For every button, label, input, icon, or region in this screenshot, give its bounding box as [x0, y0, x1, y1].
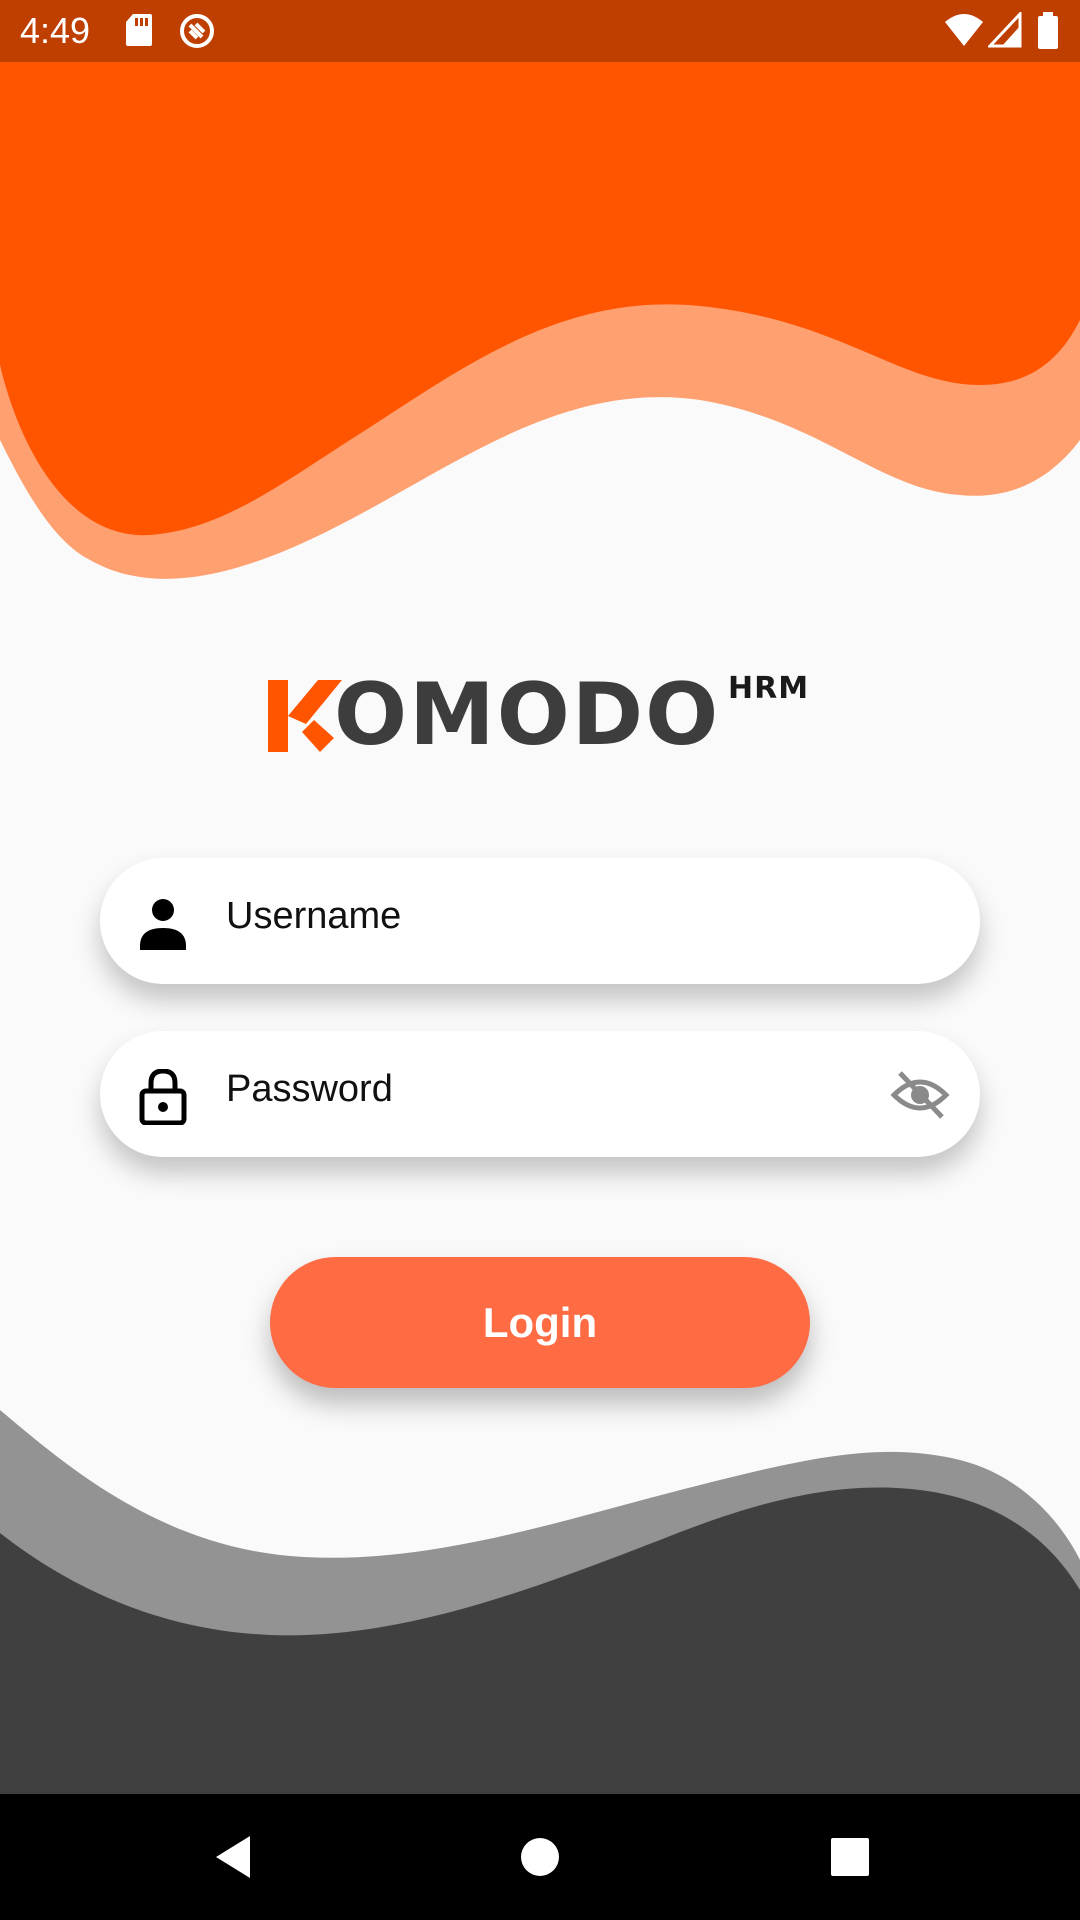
status-bar: 4:49 [0, 0, 1080, 62]
logo-wordmark: OMODO [334, 665, 721, 765]
navigation-bar [0, 1794, 1080, 1920]
username-input[interactable] [226, 886, 866, 946]
lock-icon [139, 1069, 187, 1125]
login-button[interactable]: Login [270, 1257, 810, 1388]
username-field[interactable] [100, 858, 980, 984]
logo-k-mark [268, 680, 342, 752]
wifi-icon [945, 14, 983, 46]
eye-off-icon[interactable] [890, 1067, 950, 1123]
password-field[interactable] [100, 1031, 980, 1157]
back-icon[interactable] [200, 1824, 270, 1890]
person-icon [140, 899, 186, 950]
signal-icon [988, 12, 1022, 48]
sync-off-icon [180, 14, 214, 48]
komodo-hrm-logo: OMODO HRM [268, 670, 814, 760]
recents-icon[interactable] [815, 1824, 885, 1890]
logo-hrm: HRM [728, 671, 810, 706]
login-screen: 4:49 OMODO HRM Username Login [0, 0, 1080, 1920]
battery-icon [1038, 12, 1058, 49]
status-time: 4:49 [20, 10, 91, 51]
password-input[interactable] [226, 1059, 866, 1119]
home-icon[interactable] [505, 1824, 575, 1890]
sd-card-icon [126, 14, 152, 46]
